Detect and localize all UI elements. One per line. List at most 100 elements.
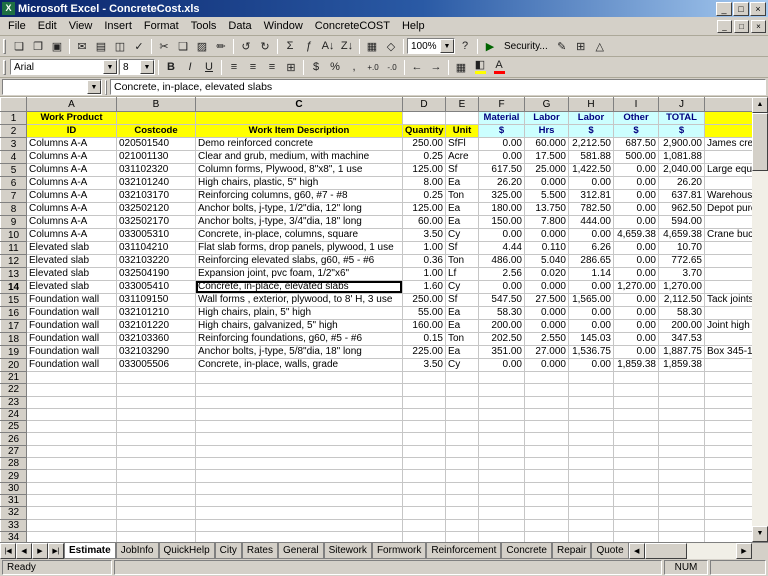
sheet-tab-estimate[interactable]: Estimate — [64, 543, 116, 559]
cell-E28[interactable] — [446, 458, 479, 470]
underline-button[interactable]: U — [200, 59, 218, 76]
cell-E27[interactable] — [446, 445, 479, 457]
cell-B11[interactable]: 031104210 — [117, 242, 196, 255]
menu-item-view[interactable]: View — [63, 18, 99, 34]
cell-C22[interactable] — [196, 384, 403, 396]
row-header-11[interactable]: 11 — [1, 242, 27, 255]
cell-B21[interactable] — [117, 372, 196, 384]
row-header-2[interactable]: 2 — [1, 125, 27, 138]
cell-B23[interactable] — [117, 396, 196, 408]
chevron-down-icon[interactable]: ▼ — [140, 60, 154, 74]
row-header-18[interactable]: 18 — [1, 333, 27, 346]
cell-B32[interactable] — [117, 507, 196, 519]
cell-D30[interactable] — [403, 482, 446, 494]
drawing-icon[interactable]: ◇ — [382, 38, 400, 55]
cell-H3[interactable]: 2,212.50 — [569, 138, 614, 151]
cell-B8[interactable]: 032502120 — [117, 203, 196, 216]
cell-F19[interactable]: 351.00 — [479, 346, 525, 359]
cell-E22[interactable] — [446, 384, 479, 396]
cut-icon[interactable]: ✂ — [155, 38, 173, 55]
row-header-4[interactable]: 4 — [1, 151, 27, 164]
chart-wizard-icon[interactable]: ▦ — [363, 38, 381, 55]
cell-G19[interactable]: 27.000 — [525, 346, 569, 359]
cell-G27[interactable] — [525, 445, 569, 457]
cell-A7[interactable]: Columns A-A — [27, 190, 117, 203]
cell-H20[interactable]: 0.00 — [569, 359, 614, 372]
autosum-icon[interactable]: Σ — [281, 38, 299, 55]
percent-style-button[interactable]: % — [326, 59, 344, 76]
cell-C2[interactable]: Work Item Description — [196, 125, 403, 138]
row-header-14[interactable]: 14 — [1, 281, 27, 294]
cell-G18[interactable]: 2.550 — [525, 333, 569, 346]
formula-input[interactable]: Concrete, in-place, elevated slabs — [110, 79, 766, 95]
cell-K1[interactable] — [705, 112, 753, 125]
cell-J25[interactable] — [659, 421, 705, 433]
cell-E32[interactable] — [446, 507, 479, 519]
cell-D25[interactable] — [403, 421, 446, 433]
prev-sheet-button[interactable]: ◀ — [16, 543, 32, 559]
cell-G33[interactable] — [525, 519, 569, 531]
cell-F22[interactable] — [479, 384, 525, 396]
cell-B34[interactable] — [117, 531, 196, 542]
cell-H14[interactable]: 0.00 — [569, 281, 614, 294]
cell-H22[interactable] — [569, 384, 614, 396]
cell-A23[interactable] — [27, 396, 117, 408]
cell-D18[interactable]: 0.15 — [403, 333, 446, 346]
cell-H7[interactable]: 312.81 — [569, 190, 614, 203]
cell-B4[interactable]: 021001130 — [117, 151, 196, 164]
cell-E34[interactable] — [446, 531, 479, 542]
cell-H4[interactable]: 581.88 — [569, 151, 614, 164]
cell-B17[interactable]: 032101220 — [117, 320, 196, 333]
cell-H15[interactable]: 1,565.00 — [569, 294, 614, 307]
cell-H31[interactable] — [569, 494, 614, 506]
cell-E8[interactable]: Ea — [446, 203, 479, 216]
scroll-down-icon[interactable]: ▼ — [752, 526, 768, 542]
cell-J4[interactable]: 1,081.88 — [659, 151, 705, 164]
cell-C29[interactable] — [196, 470, 403, 482]
cell-D23[interactable] — [403, 396, 446, 408]
cell-G25[interactable] — [525, 421, 569, 433]
cell-I32[interactable] — [614, 507, 659, 519]
cell-I13[interactable]: 0.00 — [614, 268, 659, 281]
cell-H21[interactable] — [569, 372, 614, 384]
cell-J19[interactable]: 1,887.75 — [659, 346, 705, 359]
cell-F2[interactable]: $ — [479, 125, 525, 138]
cell-J20[interactable]: 1,859.38 — [659, 359, 705, 372]
cell-A28[interactable] — [27, 458, 117, 470]
cell-I18[interactable]: 0.00 — [614, 333, 659, 346]
cell-I33[interactable] — [614, 519, 659, 531]
cell-H28[interactable] — [569, 458, 614, 470]
row-header-28[interactable]: 28 — [1, 458, 27, 470]
cell-K5[interactable]: Large equi — [705, 164, 753, 177]
cell-K23[interactable] — [705, 396, 753, 408]
cell-F6[interactable]: 26.20 — [479, 177, 525, 190]
cell-C16[interactable]: High chairs, plain, 5" high — [196, 307, 403, 320]
font-size-combo[interactable]: 8 ▼ — [119, 59, 155, 75]
cell-H26[interactable] — [569, 433, 614, 445]
row-header-17[interactable]: 17 — [1, 320, 27, 333]
cell-F29[interactable] — [479, 470, 525, 482]
cell-E17[interactable]: Ea — [446, 320, 479, 333]
cell-B31[interactable] — [117, 494, 196, 506]
cell-B10[interactable]: 033005310 — [117, 229, 196, 242]
cell-J24[interactable] — [659, 408, 705, 420]
column-header-E[interactable]: E — [446, 98, 479, 112]
cell-K21[interactable] — [705, 372, 753, 384]
cell-F20[interactable]: 0.00 — [479, 359, 525, 372]
cell-C14[interactable]: Concrete, in-place, elevated slabs — [196, 281, 403, 294]
cell-C5[interactable]: Column forms, Plywood, 8"x8", 1 use — [196, 164, 403, 177]
cell-G29[interactable] — [525, 470, 569, 482]
cell-G22[interactable] — [525, 384, 569, 396]
cell-F30[interactable] — [479, 482, 525, 494]
row-header-33[interactable]: 33 — [1, 519, 27, 531]
cell-C6[interactable]: High chairs, plastic, 5" high — [196, 177, 403, 190]
cell-D33[interactable] — [403, 519, 446, 531]
chevron-down-icon[interactable]: ▼ — [87, 80, 101, 94]
cell-F4[interactable]: 0.00 — [479, 151, 525, 164]
cell-E15[interactable]: Sf — [446, 294, 479, 307]
cell-I6[interactable]: 0.00 — [614, 177, 659, 190]
cell-F25[interactable] — [479, 421, 525, 433]
cell-J15[interactable]: 2,112.50 — [659, 294, 705, 307]
cell-K20[interactable] — [705, 359, 753, 372]
cell-A2[interactable]: ID — [27, 125, 117, 138]
